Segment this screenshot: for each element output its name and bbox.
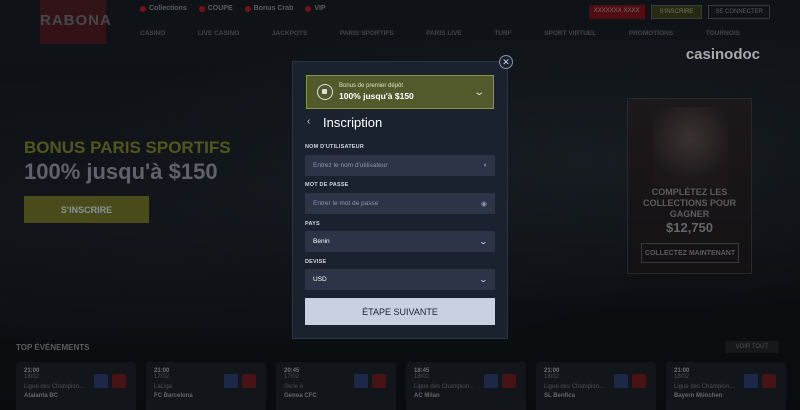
next-step-button[interactable]: ÉTAPE SUIVANTE <box>305 298 495 325</box>
country-select[interactable]: Benin ⌄ <box>305 231 495 252</box>
username-input[interactable] <box>313 162 479 169</box>
country-value: Benin <box>313 238 330 245</box>
password-field[interactable]: ◉ <box>305 193 495 214</box>
password-input[interactable] <box>313 200 477 207</box>
bonus-text: Bonus de premier dépôt 100% jusqu'à $150 <box>339 83 475 101</box>
bonus-value: 100% jusqu'à $150 <box>339 91 414 101</box>
username-status-icon: ◖ <box>482 162 487 169</box>
eye-icon[interactable]: ◉ <box>481 200 487 208</box>
country-label: PAYS <box>305 221 320 227</box>
username-field[interactable]: ◖ <box>305 155 495 176</box>
bonus-label: Bonus de premier dépôt <box>339 83 404 89</box>
currency-value: USD <box>313 276 327 283</box>
chevron-down-icon: ⌄ <box>478 237 489 246</box>
football-icon <box>317 84 333 100</box>
back-arrow-icon[interactable]: ‹ <box>307 116 318 130</box>
username-label: NOM D'UTILISATEUR <box>305 144 364 150</box>
close-icon[interactable]: ✕ <box>499 55 513 69</box>
currency-select[interactable]: USD ⌄ <box>305 269 495 290</box>
bonus-selector[interactable]: Bonus de premier dépôt 100% jusqu'à $150… <box>306 75 494 109</box>
chevron-down-icon: ⌄ <box>478 275 489 284</box>
modal-title: Inscription <box>323 115 383 130</box>
chevron-down-icon: ⌄ <box>472 86 485 98</box>
password-label: MOT DE PASSE <box>305 182 349 188</box>
currency-label: DEVISE <box>305 259 327 265</box>
